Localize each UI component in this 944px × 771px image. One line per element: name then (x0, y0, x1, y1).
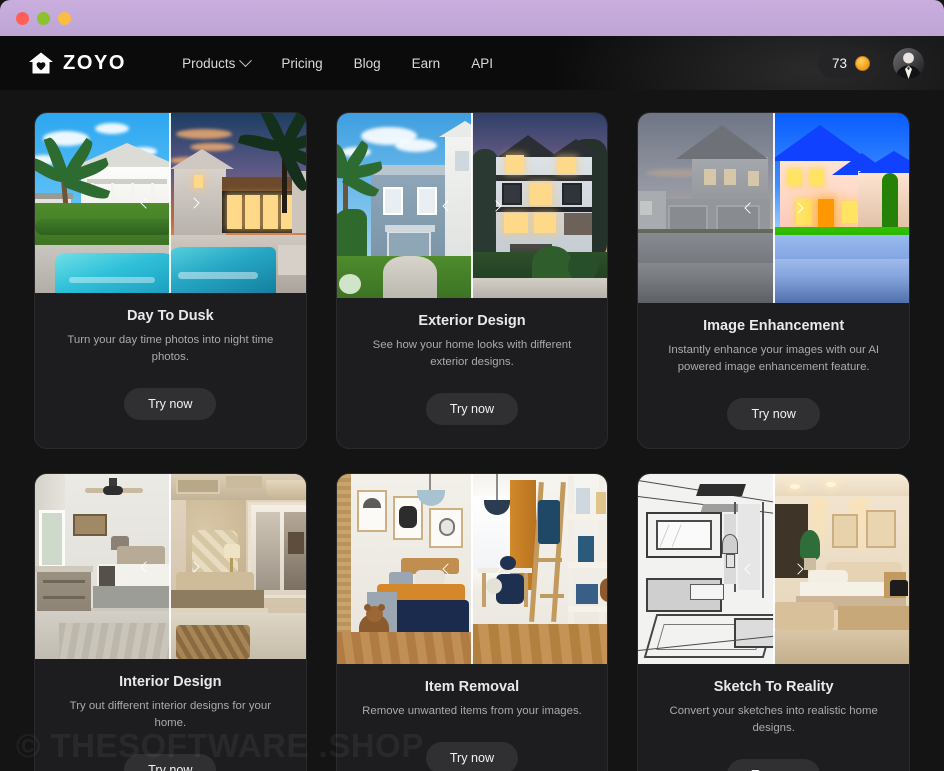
card-title: Day To Dusk (126, 308, 214, 324)
nav-link-products[interactable]: Products (182, 53, 253, 71)
before-image-with-items (336, 474, 472, 665)
credits-count: 73 (831, 55, 847, 71)
card-title: Image Enhancement (703, 318, 845, 334)
credits-badge[interactable]: 73 (817, 48, 881, 78)
feature-card-interior-design[interactable]: Interior Design Try out different interi… (34, 473, 307, 771)
card-action-wrap: Try now (425, 742, 519, 771)
card-description: Instantly enhance your images with our A… (668, 344, 880, 374)
top-navigation-bar: ZOYO Products Pricing Blog Earn API 73 (0, 36, 944, 90)
before-image-exterior (336, 113, 472, 298)
slider-divider[interactable] (470, 113, 473, 298)
user-avatar-image (893, 47, 924, 79)
card-body-item-removal: Item Removal Remove unwanted items from … (337, 664, 608, 771)
before-image-plain-bedroom (35, 474, 171, 660)
feature-card-day-to-dusk[interactable]: Day To Dusk Turn your day time photos in… (34, 112, 307, 450)
card-title: Exterior Design (418, 313, 526, 329)
feature-card-item-removal[interactable]: Item Removal Remove unwanted items from … (335, 473, 609, 771)
before-image-day (35, 113, 171, 293)
feature-card-sketch-to-reality[interactable]: Sketch To Reality Convert your sketches … (637, 473, 910, 771)
slider-divider[interactable] (772, 474, 775, 665)
slider-divider[interactable] (470, 474, 473, 665)
after-image-luxury-bedroom (170, 474, 306, 660)
card-media-image-enhancement[interactable] (638, 113, 909, 303)
card-description: See how your home looks with different e… (372, 339, 572, 369)
after-image-render (773, 474, 909, 665)
before-image-sketch (638, 474, 774, 665)
card-media-day-to-dusk[interactable] (35, 113, 306, 293)
brand-name: ZOYO (63, 51, 127, 74)
card-action-wrap: Try now (727, 398, 820, 431)
card-media-exterior-design[interactable] (336, 113, 608, 298)
slider-divider[interactable] (772, 113, 775, 303)
card-description: Turn your day time photos into night tim… (67, 334, 274, 364)
card-title: Sketch To Reality (713, 679, 834, 696)
card-action-wrap: Try now (727, 759, 820, 771)
try-now-button-exterior-design[interactable]: Try now (425, 393, 519, 426)
card-title: Item Removal (424, 679, 520, 696)
card-media-sketch-to-reality[interactable] (638, 474, 909, 665)
card-body-sketch-to-reality: Sketch To Reality Convert your sketches … (638, 664, 909, 771)
card-action-wrap: Try now (425, 393, 519, 426)
card-body-day-to-dusk: Day To Dusk Turn your day time photos in… (35, 293, 306, 448)
house-heart-icon (29, 52, 53, 74)
card-media-item-removal[interactable] (336, 474, 608, 665)
nav-link-blog[interactable]: Blog (354, 56, 381, 71)
nav-link-products-label: Products (182, 55, 236, 71)
nav-link-pricing[interactable]: Pricing (281, 56, 322, 71)
window-minimize-button[interactable] (37, 11, 50, 25)
card-description: Try out different interior designs for y… (69, 700, 271, 730)
window-maximize-button[interactable] (58, 11, 71, 25)
avatar[interactable] (893, 47, 924, 79)
card-title: Interior Design (119, 674, 222, 691)
features-grid: Day To Dusk Turn your day time photos in… (0, 112, 944, 771)
nav-link-api[interactable]: API (471, 56, 493, 71)
chevron-down-icon (239, 53, 253, 67)
feature-card-exterior-design[interactable]: Exterior Design See how your home looks … (335, 112, 609, 450)
card-body-interior-design: Interior Design Try out different interi… (35, 659, 306, 771)
card-description: Convert your sketches into realistic hom… (669, 705, 878, 735)
after-image-dusk (170, 113, 306, 293)
try-now-button-interior-design[interactable]: Try now (124, 754, 217, 771)
nav-links: Products Pricing Blog Earn API (182, 53, 493, 71)
try-now-button-image-enhancement[interactable]: Try now (727, 398, 820, 431)
brand-logo[interactable]: ZOYO (28, 51, 126, 75)
card-description: Remove unwanted items from your images. (362, 705, 582, 718)
card-action-wrap: Try now (124, 388, 217, 421)
after-image-exterior (472, 113, 608, 298)
card-media-interior-design[interactable] (35, 474, 306, 660)
coin-icon (855, 55, 870, 71)
try-now-button-item-removal[interactable]: Try now (425, 742, 519, 771)
slider-divider[interactable] (169, 113, 172, 293)
after-image-items-removed (472, 474, 608, 665)
window-titlebar (0, 0, 944, 36)
nav-link-earn[interactable]: Earn (412, 56, 441, 71)
card-action-wrap: Try now (124, 754, 217, 771)
feature-card-image-enhancement[interactable]: Image Enhancement Instantly enhance your… (637, 112, 910, 450)
card-body-exterior-design: Exterior Design See how your home looks … (337, 298, 608, 448)
app-window: ZOYO Products Pricing Blog Earn API 73 D… (0, 0, 944, 771)
try-now-button-day-to-dusk[interactable]: Try now (124, 388, 217, 421)
try-now-button-sketch-to-reality[interactable]: Try now (727, 759, 820, 771)
slider-divider[interactable] (169, 474, 172, 660)
nav-right-cluster: 73 (817, 47, 924, 79)
window-close-button[interactable] (16, 11, 29, 25)
after-image-enhanced (773, 113, 909, 303)
card-body-image-enhancement: Image Enhancement Instantly enhance your… (638, 303, 909, 448)
before-image-dull (638, 113, 774, 303)
